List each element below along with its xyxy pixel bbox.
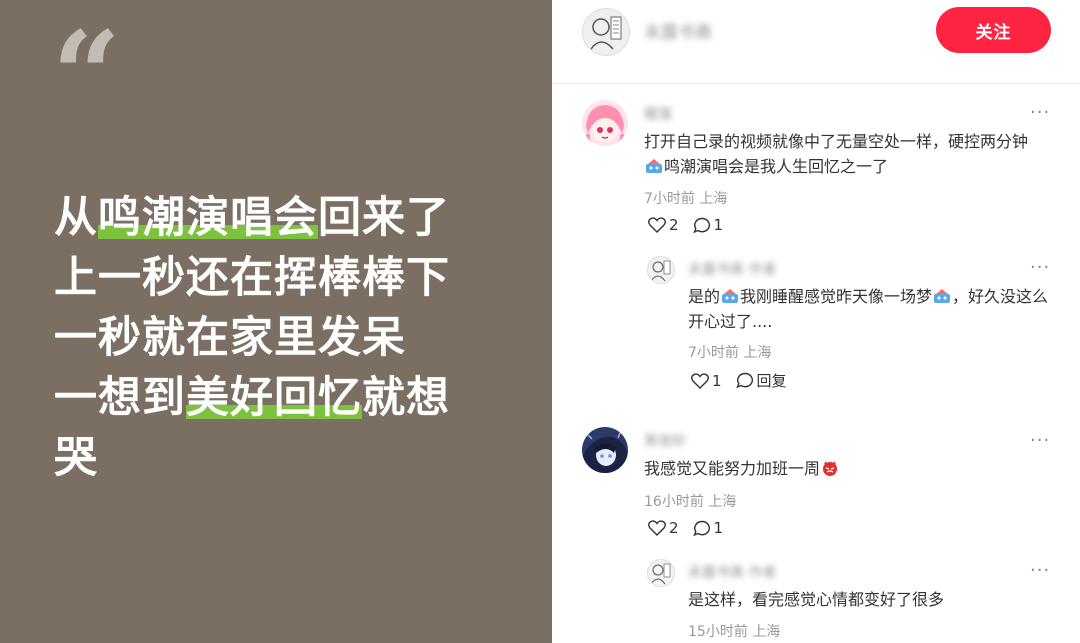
quote-mark-icon: “ (52, 5, 122, 146)
reply-count: 1 (713, 519, 724, 537)
comment-meta: 7小时前 上海 (644, 191, 728, 207)
like-button[interactable]: 2 (648, 519, 679, 537)
note-line-4-post: 就想 (362, 373, 450, 423)
reply-meta: 7小时前 上海 (688, 345, 772, 361)
like-button[interactable]: 1 (691, 372, 722, 390)
commenter-name[interactable]: 霁夜轩 (644, 431, 686, 451)
reply-author-name[interactable]: 未露书斋 作者 (688, 259, 776, 279)
note-line-1-highlight: 鸣潮演唱会 (98, 193, 318, 243)
note-line-5: 哭 (54, 428, 524, 488)
note-text: 从鸣潮演唱会回来了 上一秒还在挥棒棒下 一秒就在家里发呆 一想到美好回忆就想 哭 (54, 188, 524, 488)
reply-text-part: 我刚睡醒感觉昨天像一场梦 (740, 287, 933, 306)
comments-panel: 未露书斋 关注 樱落 ··· 打开自己录的视频就像中了无量空处一样，硬控两分钟鸣… (552, 0, 1080, 643)
comment-meta: 16小时前 上海 (644, 494, 737, 510)
note-line-1: 从鸣潮演唱会回来了 (54, 188, 524, 248)
follow-button[interactable]: 关注 (936, 7, 1051, 53)
more-options-icon[interactable]: ··· (1030, 259, 1050, 277)
comment-bubble-icon (692, 217, 710, 233)
comment-bubble-icon (692, 520, 710, 536)
commenter-name[interactable]: 樱落 (644, 104, 672, 124)
note-line-3-text: 一秒就在家里发呆 (54, 313, 406, 363)
note-line-4: 一想到美好回忆就想 (54, 368, 524, 428)
heart-icon (691, 372, 709, 389)
comment-text-part: 我感觉又能努力加班一周 (644, 459, 821, 478)
reply-author-name-text: 未露书斋 (688, 565, 744, 581)
author-avatar[interactable] (582, 8, 630, 56)
reply-author-name[interactable]: 未露书斋 作者 (688, 562, 776, 582)
note-line-3: 一秒就在家里发呆 (54, 308, 524, 368)
like-button[interactable]: 2 (648, 216, 679, 234)
note-line-5-text: 哭 (54, 433, 98, 483)
commenter-avatar[interactable] (582, 427, 628, 473)
note-line-2: 上一秒还在挥棒棒下 (54, 248, 524, 308)
comment-text: 打开自己录的视频就像中了无量空处一样，硬控两分钟鸣潮演唱会是我人生回忆之一了 (644, 129, 1064, 179)
note-line-4-pre: 一想到 (54, 373, 186, 423)
note-line-1-post: 回来了 (318, 193, 450, 243)
author-name[interactable]: 未露书斋 (644, 18, 712, 43)
note-line-1-pre: 从 (54, 193, 98, 243)
reply-meta: 15小时前 上海 (688, 624, 781, 640)
commenter-avatar[interactable] (582, 100, 628, 146)
like-count: 1 (712, 371, 722, 390)
comment-text: 我感觉又能努力加班一周 (644, 456, 1064, 481)
concert-emoji-icon (722, 289, 739, 303)
more-options-icon[interactable]: ··· (1030, 432, 1050, 450)
comment-text-part: 打开自己录的视频就像中了无量空处一样，硬控两分钟 (644, 132, 1029, 151)
concert-emoji-icon (934, 289, 951, 303)
reply-button[interactable]: 1 (692, 519, 724, 537)
concert-emoji-icon (646, 159, 662, 173)
reply-count: 1 (713, 216, 724, 234)
comment-actions: 2 1 (648, 216, 737, 234)
angry-devil-emoji-icon (823, 461, 838, 476)
reply-author-name-text: 未露书斋 (688, 262, 744, 278)
more-options-icon[interactable]: ··· (1030, 562, 1050, 580)
comment-actions: 2 1 (648, 519, 737, 537)
comment-bubble-icon (735, 372, 753, 389)
like-count: 2 (669, 216, 679, 234)
note-header: 未露书斋 关注 (552, 0, 1080, 84)
reply-button[interactable]: 回复 (735, 370, 787, 391)
reply-text: 是这样，看完感觉心情都变好了很多 (688, 590, 945, 609)
more-options-icon[interactable]: ··· (1030, 104, 1050, 122)
note-line-4-highlight: 美好回忆 (186, 373, 362, 423)
reply-button[interactable]: 1 (692, 216, 724, 234)
heart-icon (648, 217, 666, 233)
reply-label: 回复 (756, 372, 787, 390)
reply-author-avatar[interactable] (647, 559, 675, 587)
heart-icon (648, 520, 666, 536)
like-count: 2 (669, 519, 679, 537)
reply-actions: 1 回复 (691, 370, 801, 391)
reply-author-avatar[interactable] (647, 256, 675, 284)
author-tag: 作者 (748, 262, 777, 278)
note-line-2-text: 上一秒还在挥棒棒下 (54, 253, 450, 303)
reply-text-part: 是的 (688, 287, 721, 306)
note-image-card: “ 从鸣潮演唱会回来了 上一秒还在挥棒棒下 一秒就在家里发呆 一想到美好回忆就想… (0, 0, 552, 643)
reply-text: 是的 我刚睡醒感觉昨天像一场梦 ，好久没这么开心过了.... (688, 284, 1064, 334)
author-tag: 作者 (748, 565, 777, 581)
comment-text-part: 鸣潮演唱会是我人生回忆之一了 (664, 157, 889, 176)
